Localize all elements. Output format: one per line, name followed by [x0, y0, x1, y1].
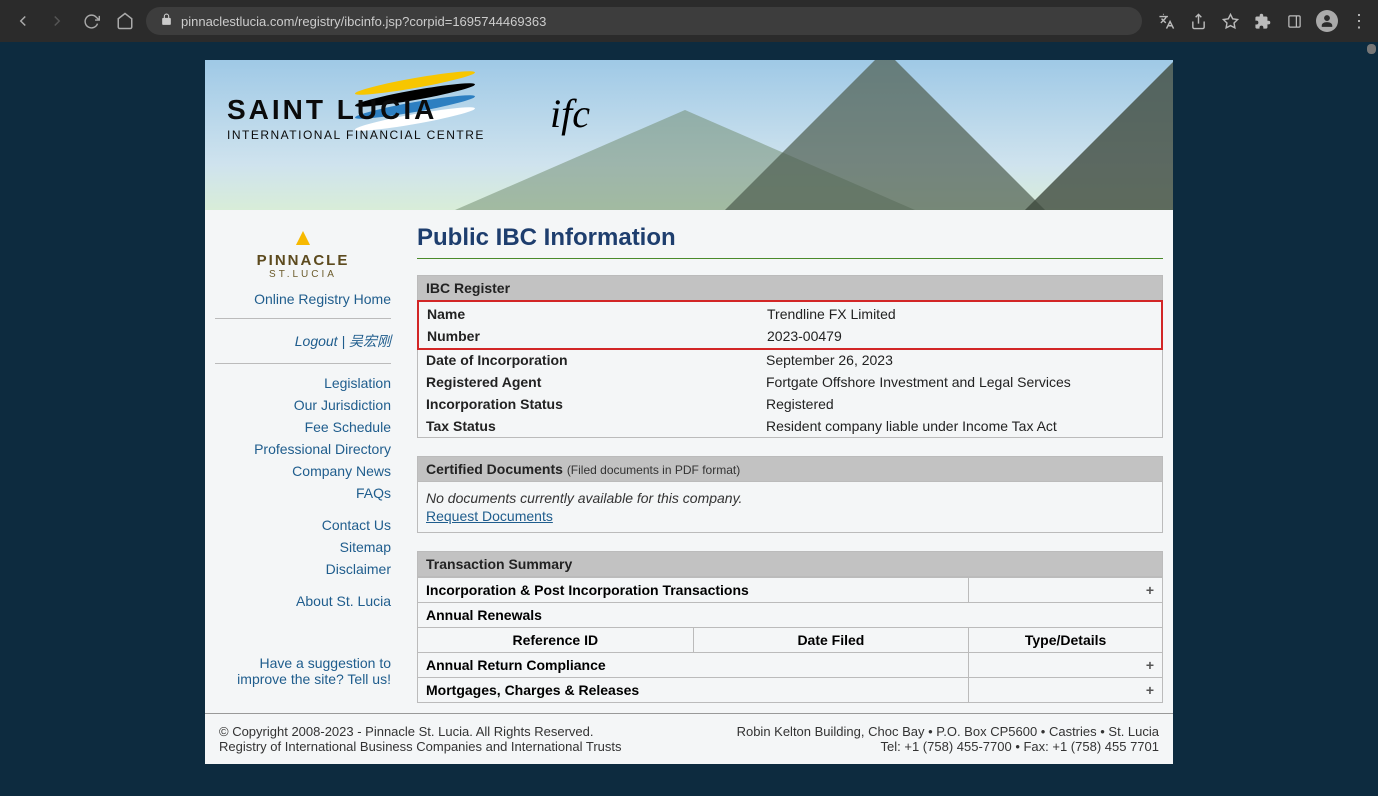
renewals-columns: Reference ID Date Filed Type/Details [418, 628, 1163, 653]
back-button[interactable] [10, 8, 36, 34]
expand-icon[interactable]: + [969, 678, 1163, 703]
banner-title: SAINT LUCIA [227, 94, 485, 126]
nav-faqs[interactable]: FAQs [215, 482, 391, 504]
page-title: Public IBC Information [417, 224, 1163, 252]
expand-icon[interactable]: + [969, 653, 1163, 678]
bookmark-icon[interactable] [1220, 11, 1240, 31]
site-banner: SAINT LUCIA INTERNATIONAL FINANCIAL CENT… [205, 60, 1173, 210]
request-docs-link[interactable]: Request Documents [426, 508, 553, 524]
sidebar: ▲ PINNACLE ST.LUCIA Online Registry Home… [215, 224, 405, 703]
no-docs-text: No documents currently available for thi… [426, 490, 1154, 506]
nav-disclaimer[interactable]: Disclaimer [215, 558, 391, 580]
home-button[interactable] [112, 8, 138, 34]
page-container: SAINT LUCIA INTERNATIONAL FINANCIAL CENT… [205, 60, 1173, 764]
footer-address: Robin Kelton Building, Choc Bay • P.O. B… [737, 724, 1159, 739]
nav-suggest[interactable]: Have a suggestion to improve the site? T… [215, 652, 391, 690]
row-agent: Registered Agent Fortgate Offshore Inves… [418, 371, 1162, 393]
highlighted-rows: Name Trendline FX Limited Number 2023-00… [417, 300, 1163, 350]
share-icon[interactable] [1188, 11, 1208, 31]
address-bar[interactable]: pinnaclestlucia.com/registry/ibcinfo.jsp… [146, 7, 1142, 35]
row-compliance[interactable]: Annual Return Compliance + [418, 653, 1163, 678]
trans-header: Transaction Summary [417, 551, 1163, 577]
username-label: 吴宏刚 [349, 333, 391, 349]
nav-home[interactable]: Online Registry Home [215, 288, 391, 310]
docs-header: Certified Documents (Filed documents in … [417, 456, 1163, 482]
copyright-2: Registry of International Business Compa… [219, 739, 622, 754]
browser-toolbar: pinnaclestlucia.com/registry/ibcinfo.jsp… [0, 0, 1378, 42]
transaction-table: Incorporation & Post Incorporation Trans… [417, 577, 1163, 703]
expand-icon[interactable]: + [969, 578, 1163, 603]
banner-subtitle: INTERNATIONAL FINANCIAL CENTRE [227, 128, 485, 142]
nav-about[interactable]: About St. Lucia [215, 590, 391, 612]
url-text: pinnaclestlucia.com/registry/ibcinfo.jsp… [181, 14, 546, 29]
copyright-1: © Copyright 2008-2023 - Pinnacle St. Luc… [219, 724, 622, 739]
footer-tel: Tel: +1 (758) 455-7700 • Fax: +1 (758) 4… [737, 739, 1159, 754]
footer: © Copyright 2008-2023 - Pinnacle St. Luc… [205, 713, 1173, 764]
lock-icon [160, 13, 173, 29]
row-doi: Date of Incorporation September 26, 2023 [418, 349, 1162, 371]
ifc-logo: ifc [550, 90, 590, 137]
scrollbar-thumb[interactable] [1367, 44, 1376, 54]
reload-button[interactable] [78, 8, 104, 34]
translate-icon[interactable] [1156, 11, 1176, 31]
nav-jurisdiction[interactable]: Our Jurisdiction [215, 394, 391, 416]
row-mortgages[interactable]: Mortgages, Charges & Releases + [418, 678, 1163, 703]
row-incorp[interactable]: Incorporation & Post Incorporation Trans… [418, 578, 1163, 603]
pinnacle-logo: ▲ PINNACLE ST.LUCIA [215, 224, 391, 280]
main-content: Public IBC Information IBC Register Name… [405, 224, 1163, 703]
row-tax: Tax Status Resident company liable under… [418, 415, 1162, 437]
profile-avatar[interactable] [1316, 10, 1338, 32]
row-status: Incorporation Status Registered [418, 393, 1162, 415]
ibc-register-header: IBC Register [417, 275, 1163, 301]
nav-fee[interactable]: Fee Schedule [215, 416, 391, 438]
row-renewals: Annual Renewals [418, 603, 1163, 628]
menu-button[interactable]: ⋮ [1350, 11, 1368, 32]
logout-line: Logout | 吴宏刚 [215, 327, 391, 355]
extensions-icon[interactable] [1252, 11, 1272, 31]
ibc-register-table: Name Trendline FX Limited Number 2023-00… [417, 300, 1163, 438]
nav-news[interactable]: Company News [215, 460, 391, 482]
docs-body: No documents currently available for thi… [417, 482, 1163, 533]
nav-directory[interactable]: Professional Directory [215, 438, 391, 460]
nav-contact[interactable]: Contact Us [215, 514, 391, 536]
forward-button[interactable] [44, 8, 70, 34]
nav-legislation[interactable]: Legislation [215, 372, 391, 394]
nav-sitemap[interactable]: Sitemap [215, 536, 391, 558]
row-number: Number 2023-00479 [419, 325, 1161, 347]
logout-link[interactable]: Logout [295, 330, 338, 352]
sidepanel-icon[interactable] [1284, 11, 1304, 31]
row-name: Name Trendline FX Limited [419, 303, 1161, 325]
